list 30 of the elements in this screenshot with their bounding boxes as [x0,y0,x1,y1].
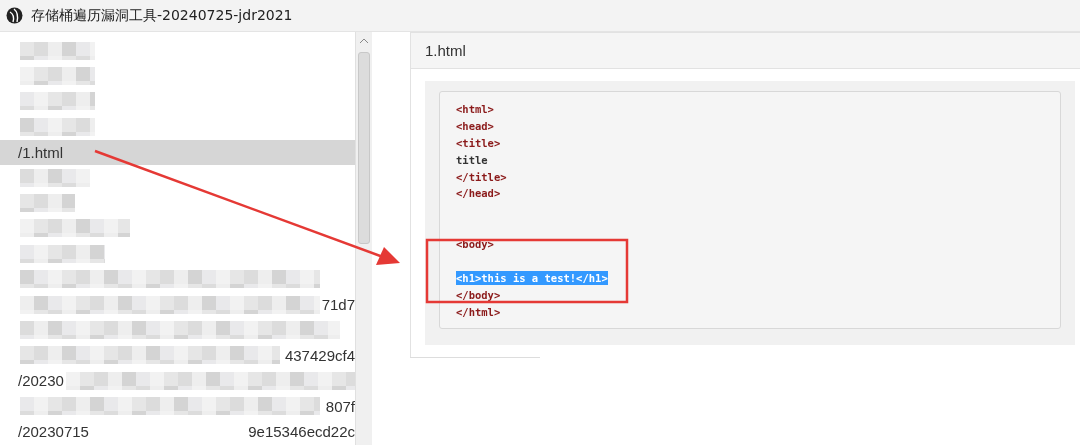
file-path-fragment: 9e15346ecd22c [248,423,355,441]
code-line: </body> [456,287,501,302]
selected-file-row[interactable]: /1.html [0,139,355,165]
file-path-fragment: 71d7 [321,296,355,314]
code-line: title [456,152,488,167]
pixelated-redaction [20,194,75,213]
panel-title: 1.html [411,33,1080,69]
file-row[interactable]: 71d7 [0,291,355,318]
file-row[interactable]: 807f [0,393,355,419]
code-line: </head> [456,186,501,201]
file-path-fragment: 437429cf4 [284,346,355,364]
scroll-up-icon[interactable] [359,36,369,46]
pixelated-redaction [20,168,90,187]
file-path-fragment: 807f [325,397,355,415]
window-title: 存储桶遍历漏洞工具-20240725-jdr2021 [31,6,293,25]
code-line: <title> [456,135,501,150]
code-line: <head> [456,118,494,133]
app-icon [6,7,23,24]
file-row[interactable]: /20230 [0,368,355,394]
code-line: <body> [456,237,494,252]
scrollbar[interactable] [355,32,372,445]
file-row[interactable]: /20230715 9e15346ecd22c [0,418,355,445]
code-line: <html> [456,102,494,116]
file-path: /1.html [18,143,63,161]
code-line: </html> [456,304,501,319]
code-line: </title> [456,169,507,184]
scroll-thumb[interactable] [358,52,370,244]
file-path: /20230 [18,372,64,390]
file-row[interactable]: 437429cf4 [0,342,355,369]
file-path: /20230715 [18,423,89,441]
